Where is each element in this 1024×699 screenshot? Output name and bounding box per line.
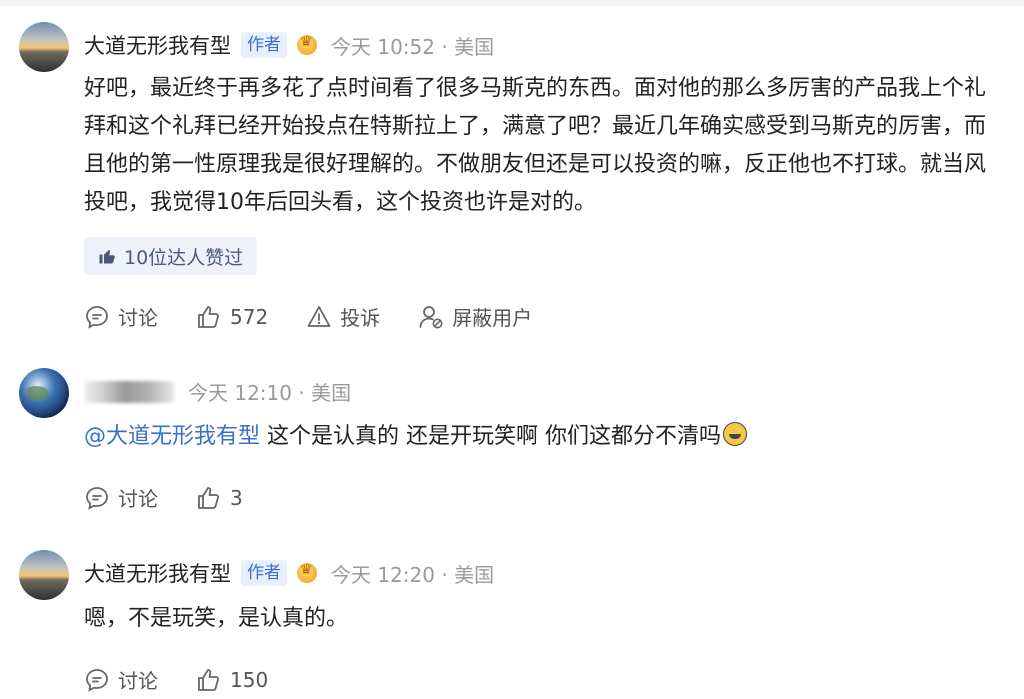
thumbs-up-icon (198, 668, 219, 691)
comment-text: @大道无形我有型 这个是认真的 还是开玩笑啊 你们这都分不清吗 (84, 418, 999, 456)
avatar[interactable] (19, 22, 69, 72)
block-user-button[interactable]: 屏蔽用户 (418, 302, 532, 331)
likers-label: 10位达人赞过 (124, 246, 244, 269)
person-block-icon (419, 305, 443, 328)
crown-badge-icon (297, 562, 317, 583)
like-button[interactable]: 572 (196, 304, 268, 330)
crown-badge-icon (297, 34, 317, 55)
timestamp: 今天 12:10 · 美国 (188, 381, 352, 405)
avatar[interactable] (19, 368, 69, 418)
comment-header: 今天 12:10 · 美国 (84, 377, 351, 406)
discuss-button[interactable]: 讨论 (84, 665, 158, 694)
discuss-button[interactable]: 讨论 (84, 302, 158, 331)
discuss-label: 讨论 (118, 669, 158, 693)
author-badge: 作者 (241, 560, 287, 586)
discuss-label: 讨论 (118, 487, 158, 511)
comment-actions: 讨论 3 (84, 483, 281, 512)
like-button[interactable]: 150 (196, 667, 268, 693)
like-count: 3 (230, 485, 243, 510)
timestamp: 今天 10:52 · 美国 (331, 34, 495, 59)
laughing-emoji-icon (723, 422, 747, 446)
comment-text: 好吧，最近终于再多花了点时间看了很多马斯克的东西。面对他的那么多厉害的产品我上个… (84, 76, 987, 215)
top-divider (0, 0, 1024, 6)
discuss-button[interactable]: 讨论 (84, 483, 158, 512)
chat-bubble-icon (86, 668, 108, 692)
thumbs-up-icon (198, 305, 219, 328)
username[interactable]: 大道无形我有型 (84, 558, 231, 588)
reply-text: 这个是认真的 还是开玩笑啊 你们这都分不清吗 (260, 424, 721, 449)
avatar[interactable] (19, 550, 69, 600)
comment-actions: 讨论 150 (84, 665, 306, 694)
like-count: 150 (230, 667, 269, 692)
comment-text: 嗯，不是玩笑，是认真的。 (84, 606, 349, 631)
block-label: 屏蔽用户 (452, 306, 533, 330)
author-badge: 作者 (241, 32, 287, 58)
thumbs-up-icon (99, 250, 115, 264)
masked-username (84, 380, 174, 403)
likers-badge[interactable]: 10位达人赞过 (84, 237, 258, 275)
mention-link[interactable]: @大道无形我有型 (84, 424, 260, 449)
report-button[interactable]: 投诉 (306, 302, 380, 331)
chat-bubble-icon (86, 305, 108, 329)
username[interactable]: 大道无形我有型 (84, 30, 231, 60)
comment-header: 大道无形我有型 作者 今天 10:52 · 美国 (84, 30, 494, 60)
like-button[interactable]: 3 (196, 485, 243, 511)
comment-actions: 讨论 572 投诉 屏蔽用户 (84, 302, 570, 331)
thumbs-up-icon (198, 486, 219, 509)
report-label: 投诉 (340, 306, 381, 330)
discuss-label: 讨论 (118, 306, 158, 330)
chat-bubble-icon (86, 486, 108, 510)
comment-header: 大道无形我有型 作者 今天 12:20 · 美国 (84, 558, 494, 588)
like-count: 572 (230, 304, 269, 329)
warning-triangle-icon (307, 305, 331, 327)
timestamp: 今天 12:20 · 美国 (331, 562, 495, 587)
